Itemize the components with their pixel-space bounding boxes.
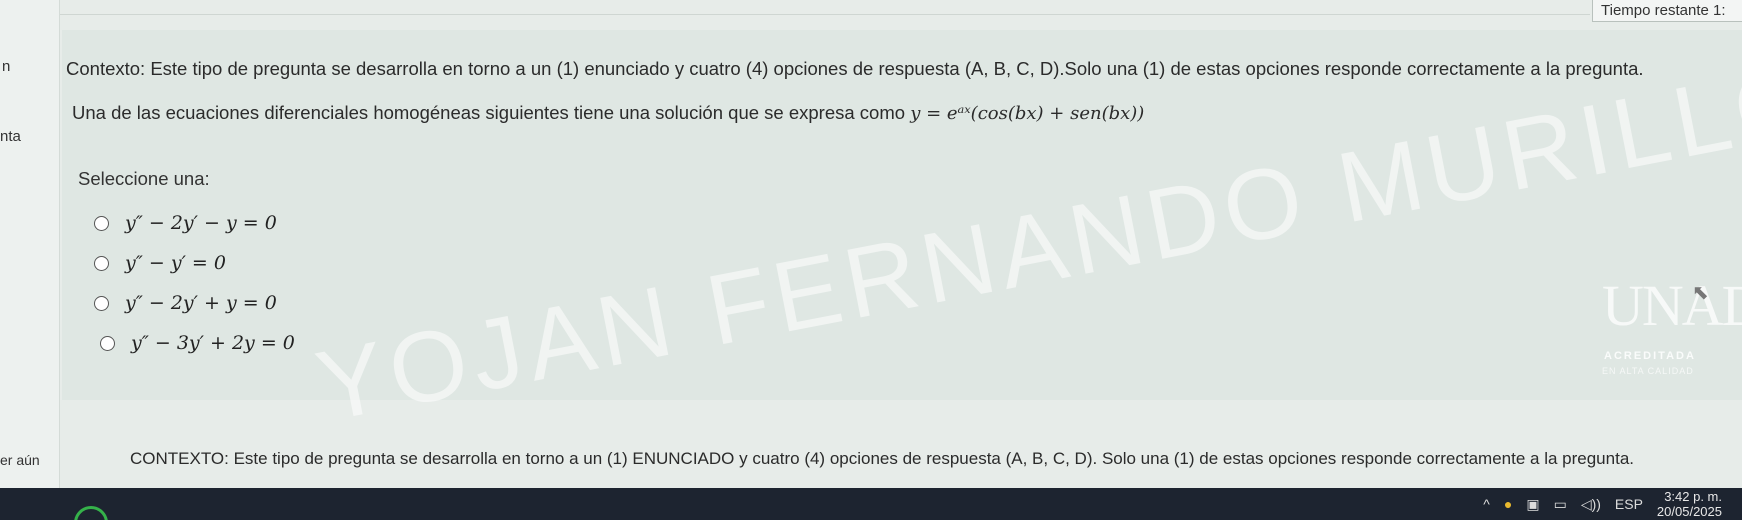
unad-logo-letters: UNAD xyxy=(1602,273,1742,338)
option-b[interactable]: y″ − y′ = 0 xyxy=(94,252,226,274)
time-remaining-label: Tiempo restante 1: xyxy=(1601,2,1726,19)
clock[interactable]: 3:42 p. m. 20/05/2025 xyxy=(1657,489,1722,519)
clock-date: 20/05/2025 xyxy=(1656,504,1722,519)
option-a-radio[interactable] xyxy=(94,215,109,231)
taskbar: ^ ● ▣ ▭ ◁)) ESP 3:42 p. m. 20/05/2025 xyxy=(0,488,1742,520)
time-remaining: Tiempo restante 1: xyxy=(1592,0,1742,22)
question-context: Contexto: Este tipo de pregunta se desar… xyxy=(66,58,1644,79)
option-d-radio[interactable] xyxy=(100,335,115,351)
option-d-label: y″ − 3y′ + 2y = 0 xyxy=(131,332,295,354)
unad-quality-text: EN ALTA CALIDAD xyxy=(1602,366,1694,376)
left-fragment-top: n xyxy=(2,58,11,75)
mouse-cursor-icon: ⬉ xyxy=(1692,282,1709,304)
next-question-context: CONTEXTO: Este tipo de pregunta se desar… xyxy=(130,449,1634,468)
question-stem-text: Una de las ecuaciones diferenciales homo… xyxy=(72,102,906,123)
option-c[interactable]: y″ − 2y′ + y = 0 xyxy=(94,292,277,314)
top-divider xyxy=(40,14,1590,15)
left-fragment-bottom: er aún xyxy=(0,452,40,468)
option-b-radio[interactable] xyxy=(94,255,109,271)
option-b-label: y″ − y′ = 0 xyxy=(125,252,226,274)
camera-icon[interactable]: ▣ xyxy=(1526,496,1539,513)
system-tray: ^ ● ▣ ▭ ◁)) ESP 3:42 p. m. 20/05/2025 xyxy=(1483,488,1742,520)
question-stem-formula: y = eᵃˣ(cos(bx) + sen(bx)) xyxy=(910,103,1145,124)
clock-time: 3:42 p. m. xyxy=(1664,489,1722,504)
question-stem: Una de las ecuaciones diferenciales homo… xyxy=(72,102,1144,124)
option-a[interactable]: y″ − 2y′ − y = 0 xyxy=(94,212,277,234)
select-one-label: Seleccione una: xyxy=(78,168,210,189)
option-a-label: y″ − 2y′ − y = 0 xyxy=(125,212,277,234)
update-status-icon[interactable]: ● xyxy=(1504,496,1512,512)
screen: n nta er aún Tiempo restante 1: Contexto… xyxy=(0,0,1742,520)
option-c-radio[interactable] xyxy=(94,295,109,311)
speaker-icon[interactable]: ◁)) xyxy=(1581,496,1601,513)
app-ring-icon[interactable] xyxy=(74,506,108,520)
network-icon[interactable]: ▭ xyxy=(1554,496,1567,513)
option-d[interactable]: y″ − 3y′ + 2y = 0 xyxy=(100,332,295,354)
left-fragment-question-label[interactable]: nta xyxy=(0,128,21,145)
unad-acreditada-text: ACREDITADA xyxy=(1604,350,1696,362)
chevron-up-icon[interactable]: ^ xyxy=(1483,496,1490,512)
unad-logo: UNAD ACREDITADA EN ALTA CALIDAD xyxy=(1598,262,1742,392)
left-navigation-strip: n nta er aún xyxy=(0,0,60,490)
option-c-label: y″ − 2y′ + y = 0 xyxy=(125,292,277,314)
language-indicator[interactable]: ESP xyxy=(1615,496,1643,512)
